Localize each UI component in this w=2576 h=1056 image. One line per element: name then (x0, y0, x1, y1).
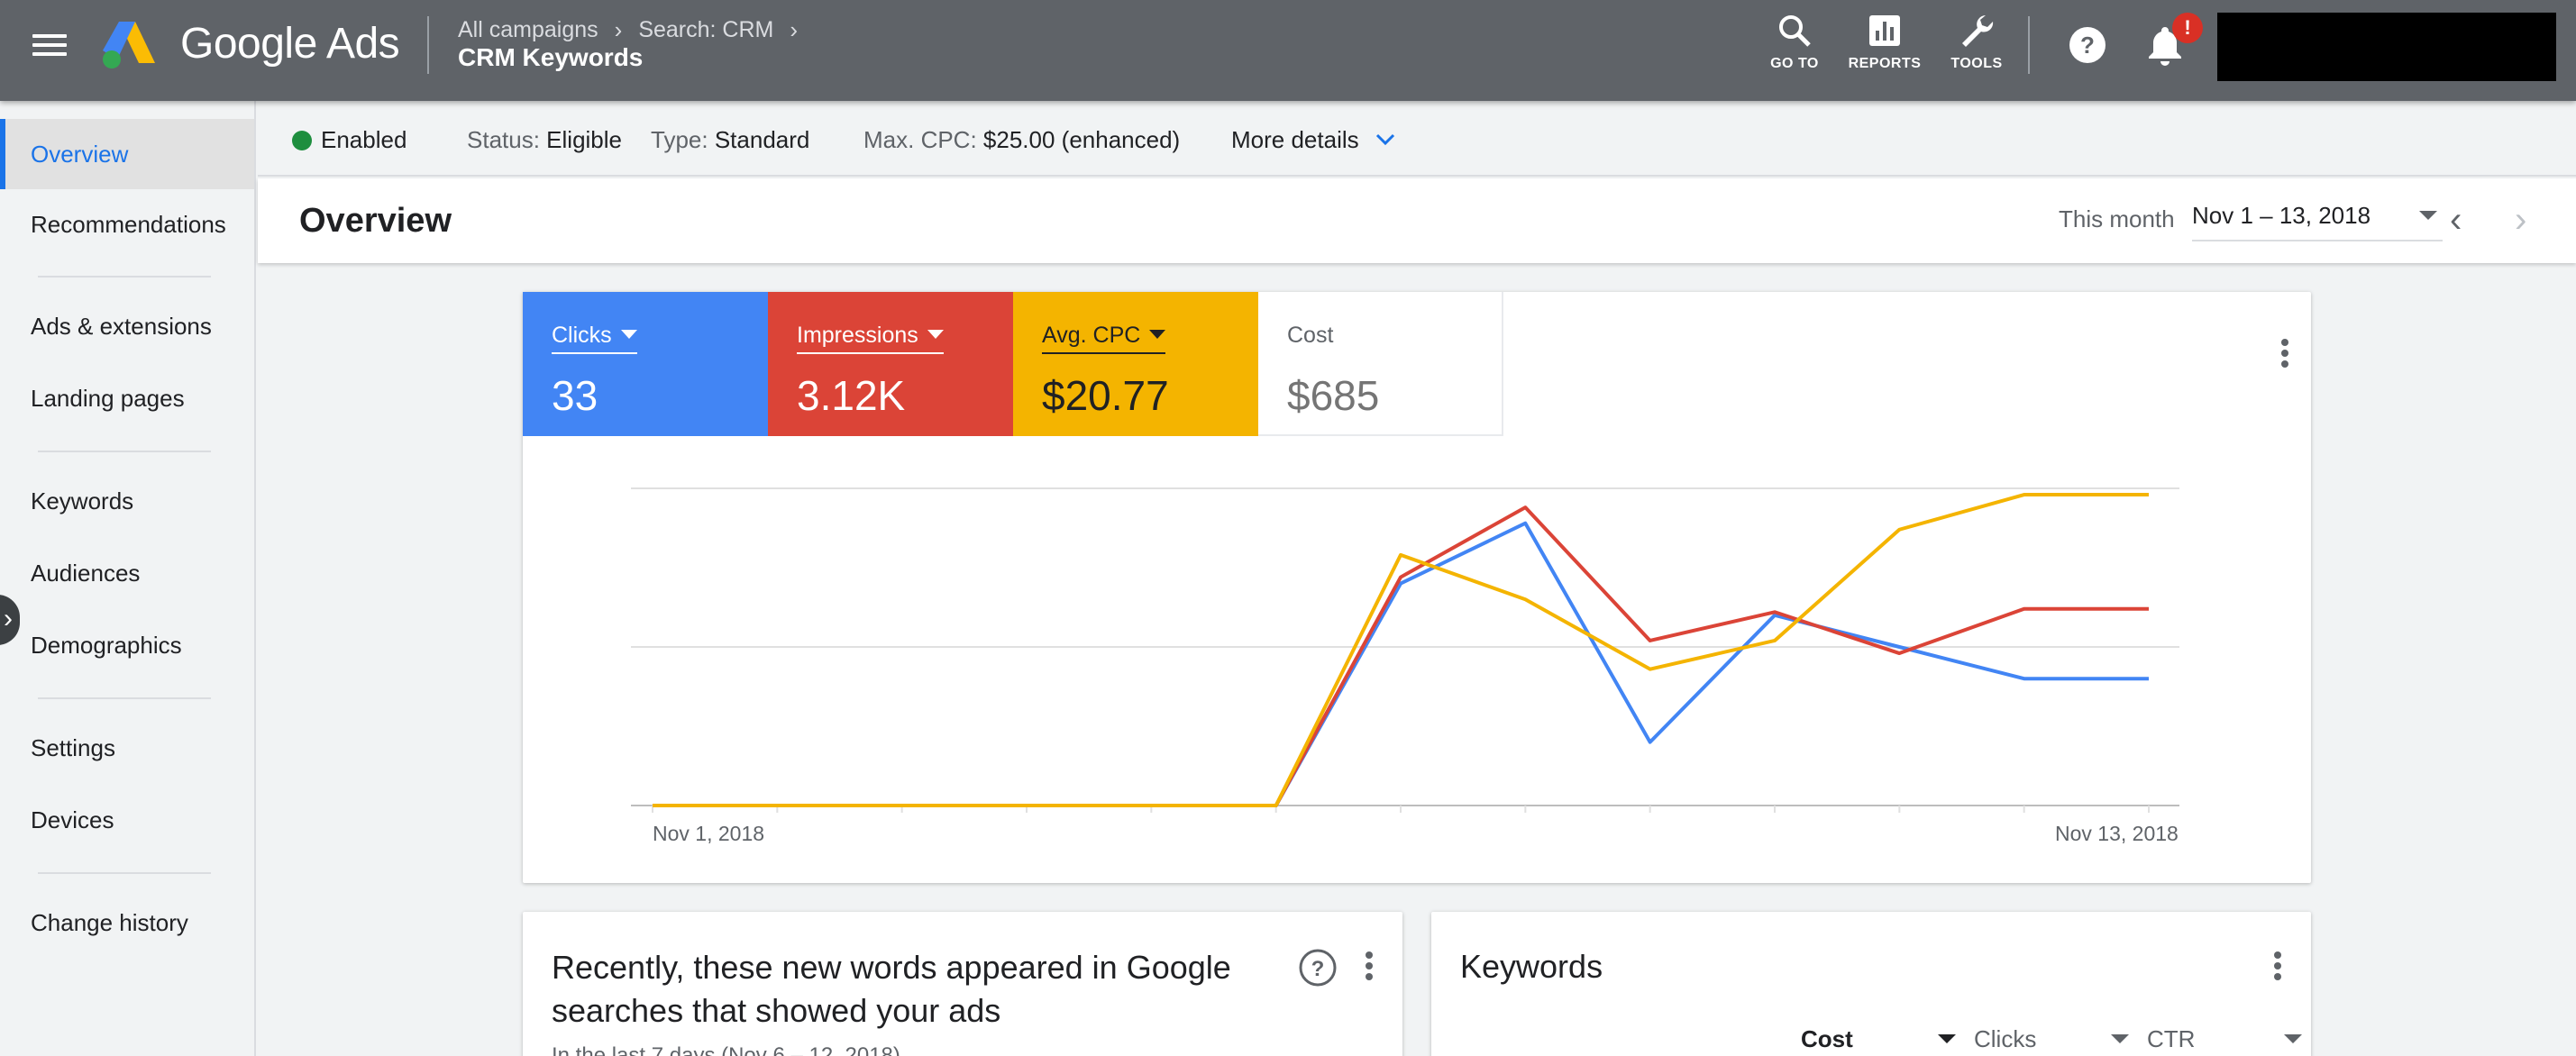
topbar-divider (427, 16, 429, 74)
sidebar-divider (38, 697, 211, 699)
breadcrumb-all-campaigns[interactable]: All campaigns (458, 17, 598, 43)
keywords-metric-select-clicks[interactable]: Clicks (1974, 1025, 2136, 1056)
type-value: Standard (714, 126, 810, 153)
status-label: Status: (467, 126, 540, 153)
next-period-button[interactable]: › (2515, 195, 2526, 245)
account-switcher[interactable] (2217, 13, 2556, 81)
google-ads-logo (103, 22, 155, 68)
dropdown-caret-icon (1938, 1034, 1956, 1043)
enabled-label: Enabled (321, 126, 407, 153)
date-range-value: Nov 1 – 13, 2018 (2192, 202, 2371, 229)
campaign-status-bar: Enabled Status: Eligible Type: Standard … (258, 101, 2576, 177)
page-subtitle: CRM Keywords (458, 43, 644, 71)
dropdown-caret-icon (2284, 1034, 2302, 1043)
sidebar-item-ads-extensions[interactable]: Ads & extensions (0, 291, 254, 361)
max-cpc-info: Max. CPC: $25.00 (enhanced) (863, 126, 1180, 154)
recent-words-title: Recently, these new words appeared in Go… (552, 949, 1231, 1029)
svg-text:?: ? (1311, 957, 1325, 981)
chevron-right-icon: › (4, 604, 13, 633)
x-tick-label-start: Nov 1, 2018 (653, 822, 765, 845)
sidebar-item-overview[interactable]: Overview (0, 119, 254, 189)
chevron-left-icon: ‹ (2450, 200, 2462, 240)
goto-button[interactable]: GO TO (1745, 13, 1844, 72)
brand-name: Google Ads (180, 20, 400, 68)
chevron-right-icon: › (2515, 200, 2527, 240)
page-title: Overview (299, 202, 452, 240)
keywords-metric-select-cost[interactable]: Cost (1801, 1025, 1963, 1056)
menu-icon[interactable] (32, 29, 69, 65)
previous-period-button[interactable]: ‹ (2450, 195, 2462, 245)
svg-text:?: ? (2080, 32, 2095, 59)
keywords-card-title: Keywords (1460, 948, 1603, 985)
more-details-link[interactable]: More details (1231, 126, 1396, 154)
sidebar-divider (38, 872, 211, 874)
keywords-column-ctr: CTR (2147, 1025, 2196, 1052)
x-tick-label-end: Nov 13, 2018 (2055, 822, 2179, 845)
type-info: Type: Standard (651, 126, 809, 154)
series-line-clicks[interactable] (653, 521, 2149, 807)
dropdown-caret-icon (2111, 1034, 2129, 1043)
cpc-value: $25.00 (enhanced) (982, 126, 1181, 153)
keywords-column-cost: Cost (1801, 1025, 1853, 1052)
breadcrumb: All campaigns › Search: CRM › (458, 16, 798, 44)
sidebar-item-keywords[interactable]: Keywords (0, 466, 254, 536)
sidebar: Overview Recommendations Ads & extension… (0, 101, 256, 1056)
series-line-avg-cpc[interactable] (653, 493, 2149, 807)
topbar-divider (2028, 16, 2030, 74)
more-details-label: More details (1231, 126, 1359, 153)
keywords-more-options-icon[interactable] (2264, 948, 2291, 993)
date-range-label: This month (2059, 205, 2175, 232)
sidebar-item-recommendations[interactable]: Recommendations (0, 189, 254, 259)
cpc-label: Max. CPC: (863, 126, 977, 153)
keywords-metric-select-ctr[interactable]: CTR (2147, 1025, 2309, 1056)
keywords-column-clicks: Clicks (1974, 1025, 2037, 1052)
performance-chart-card: Clicks 33 Impressions 3.12K Avg. CPC $20… (523, 292, 2311, 883)
top-app-bar: Google Ads All campaigns › Search: CRM ›… (0, 0, 2576, 101)
recent-words-more-options-icon[interactable] (1356, 948, 1383, 993)
wrench-icon (1962, 15, 1994, 47)
dropdown-caret-icon (2419, 211, 2437, 220)
recent-words-subtitle: In the last 7 days (Nov 6 – 12, 2018) (552, 1043, 900, 1056)
sidebar-item-audiences[interactable]: Audiences (0, 538, 254, 608)
sidebar-item-settings[interactable]: Settings (0, 713, 254, 783)
sidebar-item-change-history[interactable]: Change history (0, 888, 254, 958)
notification-badge: ! (2172, 13, 2203, 43)
bar-chart-icon (1869, 15, 1900, 46)
sidebar-divider (38, 276, 211, 278)
goto-label: GO TO (1770, 56, 1819, 71)
keywords-card: Keywords Cost Clicks CTR (1431, 912, 2311, 1056)
performance-line-chart (631, 487, 2179, 813)
series-line-impressions[interactable] (653, 505, 2149, 807)
chevron-down-icon (1375, 133, 1394, 146)
sidebar-item-demographics[interactable]: Demographics (0, 610, 254, 680)
status-value: Eligible (546, 126, 622, 153)
type-label: Type: (651, 126, 708, 153)
sidebar-item-devices[interactable]: Devices (0, 785, 254, 855)
date-range-select[interactable]: Nov 1 – 13, 2018 (2192, 202, 2443, 241)
eligibility-status: Status: Eligible (467, 126, 622, 154)
breadcrumb-search-crm[interactable]: Search: CRM (638, 17, 773, 43)
help-outline-icon[interactable]: ? (1298, 948, 1338, 988)
reports-button[interactable]: REPORTS (1835, 13, 1934, 72)
chevron-right-icon: › (614, 16, 623, 43)
status-dot-icon (292, 131, 312, 150)
enabled-status[interactable]: Enabled (292, 126, 406, 154)
search-icon (1779, 15, 1811, 47)
help-icon[interactable]: ? (2068, 25, 2107, 65)
overview-header: Overview This month Nov 1 – 13, 2018 ‹ › (258, 178, 2576, 263)
chevron-right-icon: › (790, 16, 799, 43)
reports-label: REPORTS (1848, 56, 1922, 71)
sidebar-divider (38, 451, 211, 452)
recent-search-words-card: Recently, these new words appeared in Go… (523, 912, 1402, 1056)
tools-label: TOOLS (1950, 56, 2003, 71)
sidebar-item-landing-pages[interactable]: Landing pages (0, 363, 254, 433)
tools-button[interactable]: TOOLS (1927, 13, 2026, 72)
